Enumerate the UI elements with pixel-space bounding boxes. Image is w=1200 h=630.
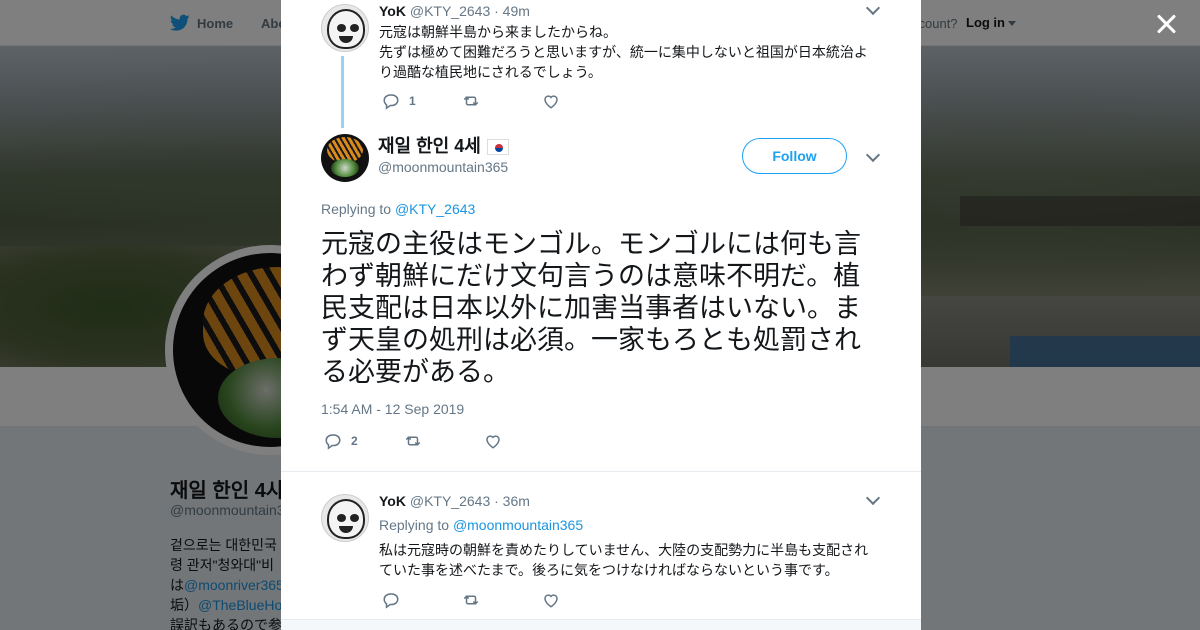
reply-icon <box>383 94 399 110</box>
like-button[interactable] <box>542 92 622 110</box>
follow-button[interactable]: Follow <box>742 138 847 174</box>
reply-button[interactable]: 1 <box>382 92 462 110</box>
tweet-author-handle[interactable]: @KTY_2643 <box>410 3 490 19</box>
tweet-text-line: 元寇は朝鮮半島から来ましたからね。 <box>379 24 617 40</box>
avatar[interactable] <box>321 4 369 52</box>
avatar[interactable] <box>321 134 369 182</box>
reply-count: 1 <box>409 94 416 108</box>
retweet-icon <box>463 595 479 605</box>
tweet-time[interactable]: · 36m <box>494 493 530 509</box>
retweet-icon <box>463 96 479 106</box>
tweet-text: 私は元寇時の朝鮮を責めたりしていません、大陸の支配勢力に半島も支配されていた事を… <box>379 542 869 578</box>
tweet-author-name[interactable]: YoK <box>379 3 406 19</box>
chevron-down-icon[interactable] <box>865 147 881 163</box>
reply-button[interactable] <box>382 591 462 609</box>
tweet-actions: 2 <box>324 432 564 450</box>
tweet-author-name[interactable]: 재일 한인 4세 <box>378 132 509 158</box>
close-icon[interactable] <box>1154 12 1178 36</box>
like-button[interactable] <box>542 591 622 609</box>
reply-icon <box>325 434 341 450</box>
divider <box>281 619 921 630</box>
like-button[interactable] <box>484 432 564 450</box>
replying-to: Replying to @moonmountain365 <box>379 517 583 533</box>
tweet-header: YoK @KTY_2643 · 36m <box>379 493 530 509</box>
reply-button[interactable]: 2 <box>324 432 404 450</box>
tweet-text: 元寇の主役はモンゴル。モンゴルには何も言わず朝鮮にだけ文句言うのは意味不明だ。植… <box>321 229 861 387</box>
reply-count: 2 <box>351 434 358 448</box>
south-korea-flag-icon <box>486 139 509 156</box>
replying-to: Replying to @KTY_2643 <box>321 201 475 217</box>
chevron-down-icon[interactable] <box>865 490 881 506</box>
tweet-text: 元寇は朝鮮半島から来ましたからね。 先ずは極めて困難だろうと思いますが、統一に集… <box>379 22 873 82</box>
heart-icon <box>544 594 558 608</box>
tweet-author-handle[interactable]: @moonmountain365 <box>378 159 508 175</box>
tweet-actions <box>382 591 622 609</box>
tweet-author-handle[interactable]: @KTY_2643 <box>410 493 490 509</box>
heart-icon <box>486 435 500 449</box>
avatar[interactable] <box>321 494 369 542</box>
replying-label: Replying to <box>321 201 392 217</box>
divider <box>281 471 921 472</box>
tweet-text-line: 先ずは極めて困難だろうと思いますが、統一に集中しないと祖国が日本統治より過酷な植… <box>379 44 868 80</box>
tweet-timestamp[interactable]: 1:54 AM - 12 Sep 2019 <box>321 401 464 417</box>
reply-icon <box>383 593 399 609</box>
tweet-author-name[interactable]: YoK <box>379 493 406 509</box>
tweet-permalink-modal: YoK @KTY_2643 · 49m 元寇は朝鮮半島から来ましたからね。 先ず… <box>281 0 921 630</box>
retweet-button[interactable] <box>462 92 542 110</box>
retweet-button[interactable] <box>462 591 542 609</box>
thread-connector-line <box>341 56 344 128</box>
replying-to-link[interactable]: @moonmountain365 <box>453 517 583 533</box>
retweet-icon <box>405 436 421 446</box>
chevron-down-icon[interactable] <box>865 0 881 16</box>
tweet-time[interactable]: · 49m <box>494 3 530 19</box>
heart-icon <box>544 95 558 109</box>
replying-to-link[interactable]: @KTY_2643 <box>395 201 475 217</box>
tweet-header: YoK @KTY_2643 · 49m <box>379 3 530 19</box>
retweet-button[interactable] <box>404 432 484 450</box>
author-name-text: 재일 한인 4세 <box>378 136 481 156</box>
tweet-actions: 1 <box>382 92 622 110</box>
replying-label: Replying to <box>379 517 450 533</box>
